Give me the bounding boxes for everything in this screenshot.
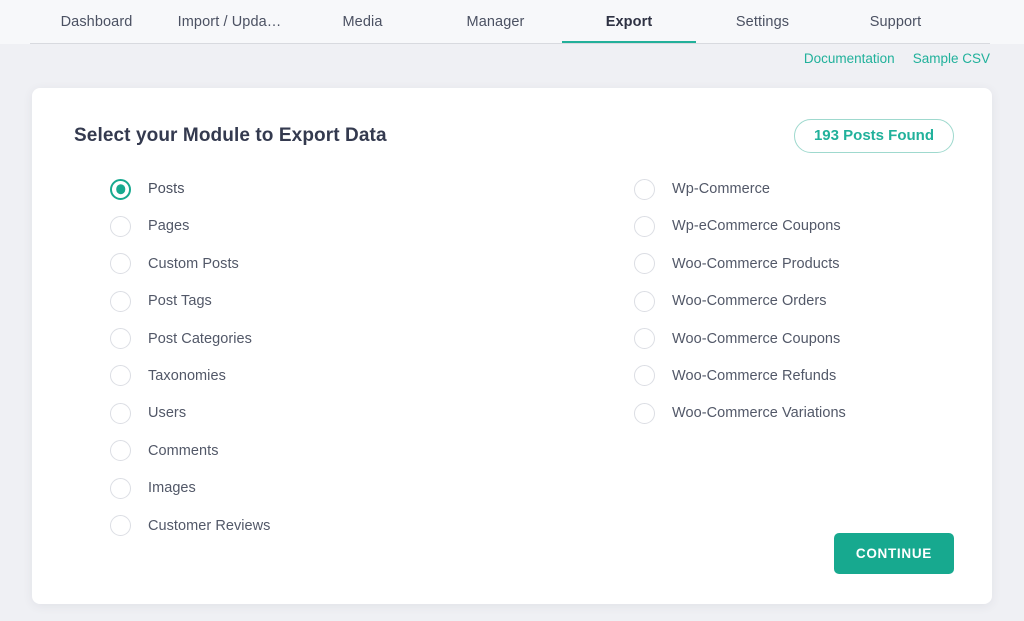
option-label: Taxonomies xyxy=(148,367,226,384)
tab-settings[interactable]: Settings xyxy=(696,0,829,44)
option-label: Woo-Commerce Variations xyxy=(672,405,846,422)
radio-icon xyxy=(634,402,655,424)
radio-icon xyxy=(110,253,131,275)
radio-icon xyxy=(634,178,655,200)
option-label: Woo-Commerce Refunds xyxy=(672,367,837,384)
nav-tab-list: Dashboard Import / Upda… Media Manager E… xyxy=(30,0,990,44)
option-label: Comments xyxy=(148,442,219,459)
top-navigation-bar: Dashboard Import / Upda… Media Manager E… xyxy=(0,0,1024,44)
radio-option-post-tags[interactable]: Post Tags xyxy=(110,290,530,312)
tab-label: Settings xyxy=(735,14,790,30)
radio-option-woo-commerce-products[interactable]: Woo-Commerce Products xyxy=(634,253,1024,275)
radio-option-wp-ecommerce-coupons[interactable]: Wp-eCommerce Coupons xyxy=(634,215,1024,237)
card-header: Select your Module to Export Data 193 Po… xyxy=(74,118,954,154)
tab-label: Support xyxy=(869,14,922,30)
option-label: Users xyxy=(148,405,187,422)
radio-icon xyxy=(110,515,131,537)
option-label: Images xyxy=(148,480,196,497)
radio-option-taxonomies[interactable]: Taxonomies xyxy=(110,365,530,387)
option-label: Woo-Commerce Coupons xyxy=(672,330,841,347)
option-label: Customer Reviews xyxy=(148,517,271,534)
radio-option-images[interactable]: Images xyxy=(110,477,530,499)
radio-icon xyxy=(634,328,655,350)
tab-label: Manager xyxy=(466,14,525,30)
radio-option-woo-commerce-refunds[interactable]: Woo-Commerce Refunds xyxy=(634,365,1024,387)
export-module-card: Select your Module to Export Data 193 Po… xyxy=(32,88,992,604)
documentation-link[interactable]: Documentation xyxy=(804,51,895,66)
tab-media[interactable]: Media xyxy=(296,0,429,44)
radio-icon xyxy=(110,440,131,462)
radio-option-woo-commerce-coupons[interactable]: Woo-Commerce Coupons xyxy=(634,328,1024,350)
radio-option-comments[interactable]: Comments xyxy=(110,440,530,462)
radio-option-custom-posts[interactable]: Custom Posts xyxy=(110,253,530,275)
tab-label: Media xyxy=(342,14,383,30)
module-options: Posts Pages Custom Posts Post Tags Post … xyxy=(74,178,954,537)
option-label: Pages xyxy=(148,218,190,235)
radio-icon xyxy=(634,290,655,312)
radio-icon xyxy=(110,365,131,387)
option-label: Posts xyxy=(148,181,185,197)
radio-icon xyxy=(110,290,131,312)
sample-csv-link[interactable]: Sample CSV xyxy=(913,51,990,66)
tab-manager[interactable]: Manager xyxy=(429,0,562,44)
radio-option-wp-commerce[interactable]: Wp-Commerce xyxy=(634,178,1024,200)
option-label: Post Categories xyxy=(148,330,252,347)
radio-option-users[interactable]: Users xyxy=(110,402,530,424)
option-label: Woo-Commerce Orders xyxy=(672,293,827,310)
tab-label: Dashboard xyxy=(60,14,133,30)
continue-button[interactable]: CONTINUE xyxy=(833,532,954,574)
radio-icon xyxy=(110,215,131,237)
tab-export[interactable]: Export xyxy=(562,0,696,44)
radio-option-posts[interactable]: Posts xyxy=(110,178,530,200)
tab-support[interactable]: Support xyxy=(829,0,962,44)
radio-option-post-categories[interactable]: Post Categories xyxy=(110,328,530,350)
posts-found-badge: 193 Posts Found xyxy=(793,119,954,153)
tab-import-update[interactable]: Import / Upda… xyxy=(163,0,296,44)
radio-option-woo-commerce-orders[interactable]: Woo-Commerce Orders xyxy=(634,290,1024,312)
quick-links: Documentation Sample CSV xyxy=(804,48,990,68)
radio-icon xyxy=(110,178,131,200)
module-column-left: Posts Pages Custom Posts Post Tags Post … xyxy=(110,178,530,552)
page-title: Select your Module to Export Data xyxy=(74,125,387,146)
tab-label: Export xyxy=(605,14,653,30)
nav-divider xyxy=(30,43,990,44)
option-label: Wp-Commerce xyxy=(672,181,771,197)
option-label: Post Tags xyxy=(148,293,212,310)
radio-icon xyxy=(110,477,131,499)
export-page: Dashboard Import / Upda… Media Manager E… xyxy=(0,0,1024,621)
radio-option-pages[interactable]: Pages xyxy=(110,215,530,237)
option-label: Wp-eCommerce Coupons xyxy=(672,218,841,235)
radio-option-customer-reviews[interactable]: Customer Reviews xyxy=(110,515,530,537)
option-label: Woo-Commerce Products xyxy=(672,255,840,272)
radio-icon xyxy=(634,365,655,387)
radio-icon xyxy=(634,215,655,237)
radio-option-woo-commerce-variations[interactable]: Woo-Commerce Variations xyxy=(634,402,1024,424)
tab-label: Import / Upda… xyxy=(177,14,282,30)
option-label: Custom Posts xyxy=(148,255,239,272)
radio-icon xyxy=(110,328,131,350)
radio-icon xyxy=(634,253,655,275)
module-column-right: Wp-Commerce Wp-eCommerce Coupons Woo-Com… xyxy=(634,178,1024,440)
radio-icon xyxy=(110,402,131,424)
tab-dashboard[interactable]: Dashboard xyxy=(30,0,163,44)
